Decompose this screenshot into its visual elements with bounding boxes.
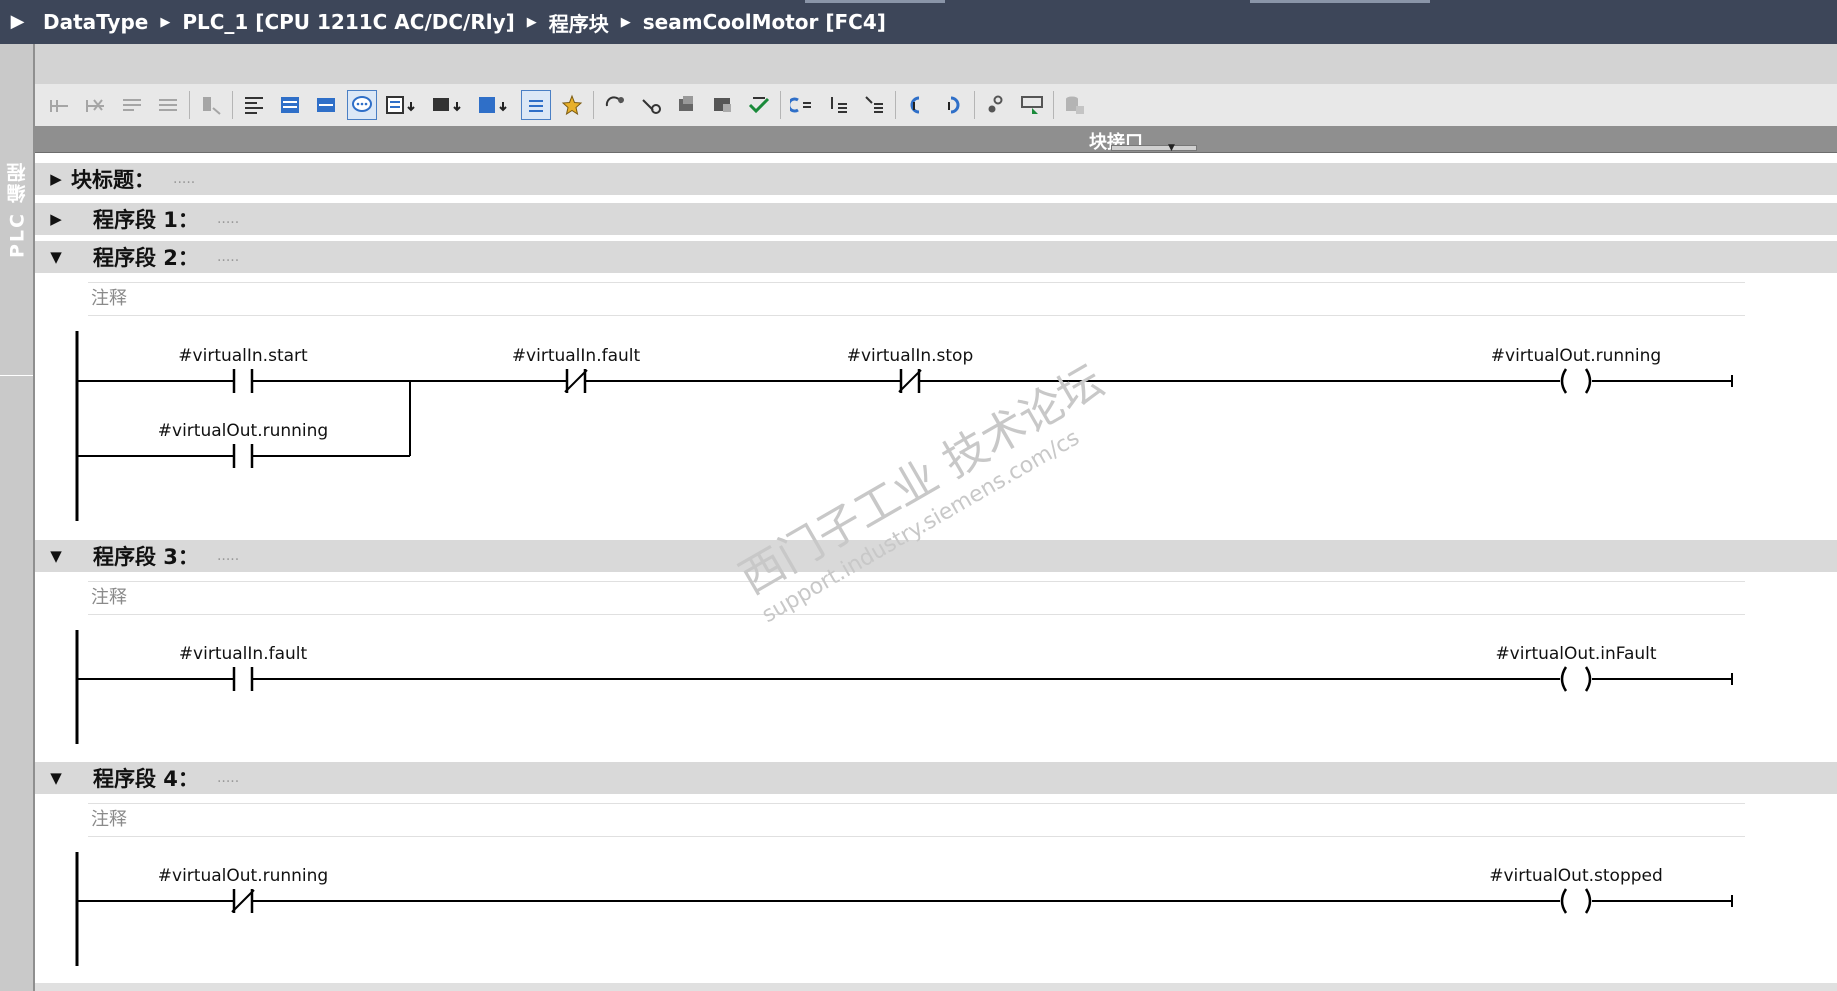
toolbar-separator bbox=[189, 91, 190, 119]
show-favorites-icon[interactable] bbox=[275, 90, 305, 120]
block-title-label: 块标题： bbox=[71, 168, 155, 192]
open-all-networks-icon[interactable] bbox=[600, 90, 630, 120]
network-2-header[interactable]: ▼ 程序段 2： ..... bbox=[35, 241, 1837, 273]
interface-splitter-handle[interactable] bbox=[1111, 145, 1197, 151]
network-4-comment[interactable]: 注释 bbox=[88, 803, 1745, 837]
call-structure-icon[interactable] bbox=[981, 90, 1011, 120]
coil-stopped[interactable] bbox=[1560, 888, 1592, 914]
block-title-dots: ..... bbox=[173, 171, 196, 187]
insert-branch-icon[interactable] bbox=[859, 90, 889, 120]
contact-nc-running[interactable] bbox=[231, 889, 255, 913]
plc-programming-tab[interactable]: PLC 编程 bbox=[2, 150, 32, 270]
label-virtualin-stop[interactable]: #virtualIn.stop bbox=[847, 346, 974, 366]
contact-nc-fault[interactable] bbox=[564, 369, 588, 393]
label-coil-running[interactable]: #virtualOut.running bbox=[1491, 346, 1661, 366]
label-virtualout-running[interactable]: #virtualOut.running bbox=[158, 866, 328, 886]
network-3-header[interactable]: ▼ 程序段 3： ..... bbox=[35, 540, 1837, 572]
reset-start-values-icon[interactable] bbox=[196, 90, 226, 120]
breadcrumb: DataType ▶ PLC_1 [CPU 1211C AC/DC/Rly] ▶… bbox=[35, 0, 1837, 44]
network-4-title: 程序段 4： bbox=[93, 767, 199, 791]
block-interface-icon[interactable] bbox=[521, 90, 551, 120]
collapse-arrow-icon[interactable]: ▼ bbox=[35, 248, 71, 266]
next-error-icon[interactable] bbox=[823, 90, 853, 120]
go-to-icon[interactable] bbox=[475, 90, 515, 120]
label-coil-infault[interactable]: #virtualOut.inFault bbox=[1495, 644, 1656, 664]
breadcrumb-item-block[interactable]: seamCoolMotor [FC4] bbox=[643, 10, 886, 34]
block-interface-bar[interactable]: 块接口 ▼ bbox=[35, 126, 1837, 153]
insert-row-icon[interactable] bbox=[117, 90, 147, 120]
toolbar-separator bbox=[593, 91, 594, 119]
network-2-title: 程序段 2： bbox=[93, 246, 199, 270]
breadcrumb-arrow-icon: ▶ bbox=[620, 14, 631, 30]
monitoring-on-off-icon[interactable] bbox=[902, 90, 932, 120]
expand-panel-icon[interactable]: ▶ bbox=[0, 0, 35, 44]
toolbar-separator bbox=[895, 91, 896, 119]
network-3-comment[interactable]: 注释 bbox=[88, 581, 1745, 615]
delete-network-icon[interactable] bbox=[81, 90, 111, 120]
expand-arrow-icon[interactable]: ▶ bbox=[35, 170, 71, 188]
download-icon[interactable] bbox=[708, 90, 738, 120]
label-virtualout-running[interactable]: #virtualOut.running bbox=[158, 421, 328, 441]
block-title-header[interactable]: ▶ 块标题： ..... bbox=[35, 163, 1837, 195]
title-decor bbox=[1250, 0, 1430, 3]
breadcrumb-item-program-blocks[interactable]: 程序块 bbox=[549, 8, 609, 37]
check-block-icon[interactable] bbox=[744, 90, 774, 120]
expand-arrow-icon[interactable]: ▶ bbox=[35, 210, 71, 228]
network-4-dots: ..... bbox=[216, 770, 240, 786]
label-virtualin-start[interactable]: #virtualIn.start bbox=[178, 346, 308, 366]
network-comments-icon[interactable] bbox=[347, 90, 377, 120]
collapse-arrow-icon[interactable]: ▼ bbox=[35, 769, 71, 787]
breadcrumb-item-datatype[interactable]: DataType bbox=[43, 10, 148, 34]
coil-infault[interactable] bbox=[1560, 666, 1592, 692]
network-3-title: 程序段 3： bbox=[93, 545, 199, 569]
header-band bbox=[35, 44, 1837, 85]
network-2-comment[interactable]: 注释 bbox=[88, 282, 1745, 316]
label-virtualin-fault[interactable]: #virtualIn.fault bbox=[512, 346, 641, 366]
network-3-ladder: #virtualIn.fault #virtualOut.inFault bbox=[75, 630, 1733, 744]
collapse-arrow-icon[interactable]: ▼ bbox=[35, 547, 71, 565]
collapse-interface-icon[interactable]: ▼ bbox=[1168, 143, 1175, 153]
toolbar-separator bbox=[974, 91, 975, 119]
network-2-ladder: #virtualIn.start #virtualOut.running #vi… bbox=[75, 331, 1733, 521]
network-1-title: 程序段 1： bbox=[93, 208, 199, 232]
add-row-icon[interactable] bbox=[153, 90, 183, 120]
breadcrumb-arrow-icon: ▶ bbox=[160, 14, 171, 30]
toolbar-separator bbox=[1053, 91, 1054, 119]
operand-display-icon[interactable] bbox=[383, 90, 423, 120]
close-all-networks-icon[interactable] bbox=[636, 90, 666, 120]
monitor-changes-icon[interactable] bbox=[938, 90, 968, 120]
network-2-dots: ..... bbox=[216, 249, 240, 265]
toolbar-separator bbox=[232, 91, 233, 119]
next-network-header-partial bbox=[35, 983, 1837, 991]
favorites-star-icon[interactable] bbox=[557, 90, 587, 120]
breadcrumb-item-plc[interactable]: PLC_1 [CPU 1211C AC/DC/Rly] bbox=[182, 10, 514, 34]
contact-no-fault[interactable] bbox=[232, 667, 254, 691]
network-1-dots: ..... bbox=[216, 211, 240, 227]
label-virtualin-fault[interactable]: #virtualIn.fault bbox=[179, 644, 308, 664]
absolute-operands-icon[interactable] bbox=[239, 90, 269, 120]
title-decor bbox=[805, 0, 945, 3]
network-1-header[interactable]: ▶ 程序段 1： ..... bbox=[35, 203, 1837, 235]
contact-no-start[interactable] bbox=[232, 369, 254, 393]
network-3-dots: ..... bbox=[216, 548, 240, 564]
contact-nc-stop[interactable] bbox=[898, 369, 922, 393]
toolbar-separator bbox=[780, 91, 781, 119]
network-4-ladder: #virtualOut.running #virtualOut.stopped bbox=[75, 852, 1733, 966]
database-icon[interactable] bbox=[1060, 90, 1090, 120]
previous-error-icon[interactable] bbox=[787, 90, 817, 120]
breadcrumb-arrow-icon: ▶ bbox=[526, 14, 537, 30]
insert-network-icon[interactable] bbox=[45, 90, 75, 120]
editor-toolbar bbox=[35, 84, 1837, 126]
network-4-header[interactable]: ▼ 程序段 4： ..... bbox=[35, 762, 1837, 794]
display-networks-icon[interactable] bbox=[311, 90, 341, 120]
label-coil-stopped[interactable]: #virtualOut.stopped bbox=[1489, 866, 1663, 886]
simulation-icon[interactable] bbox=[1017, 90, 1047, 120]
tag-info-icon[interactable] bbox=[429, 90, 469, 120]
coil-running[interactable] bbox=[1560, 368, 1592, 394]
compile-icon[interactable] bbox=[672, 90, 702, 120]
contact-no-running[interactable] bbox=[232, 444, 254, 468]
